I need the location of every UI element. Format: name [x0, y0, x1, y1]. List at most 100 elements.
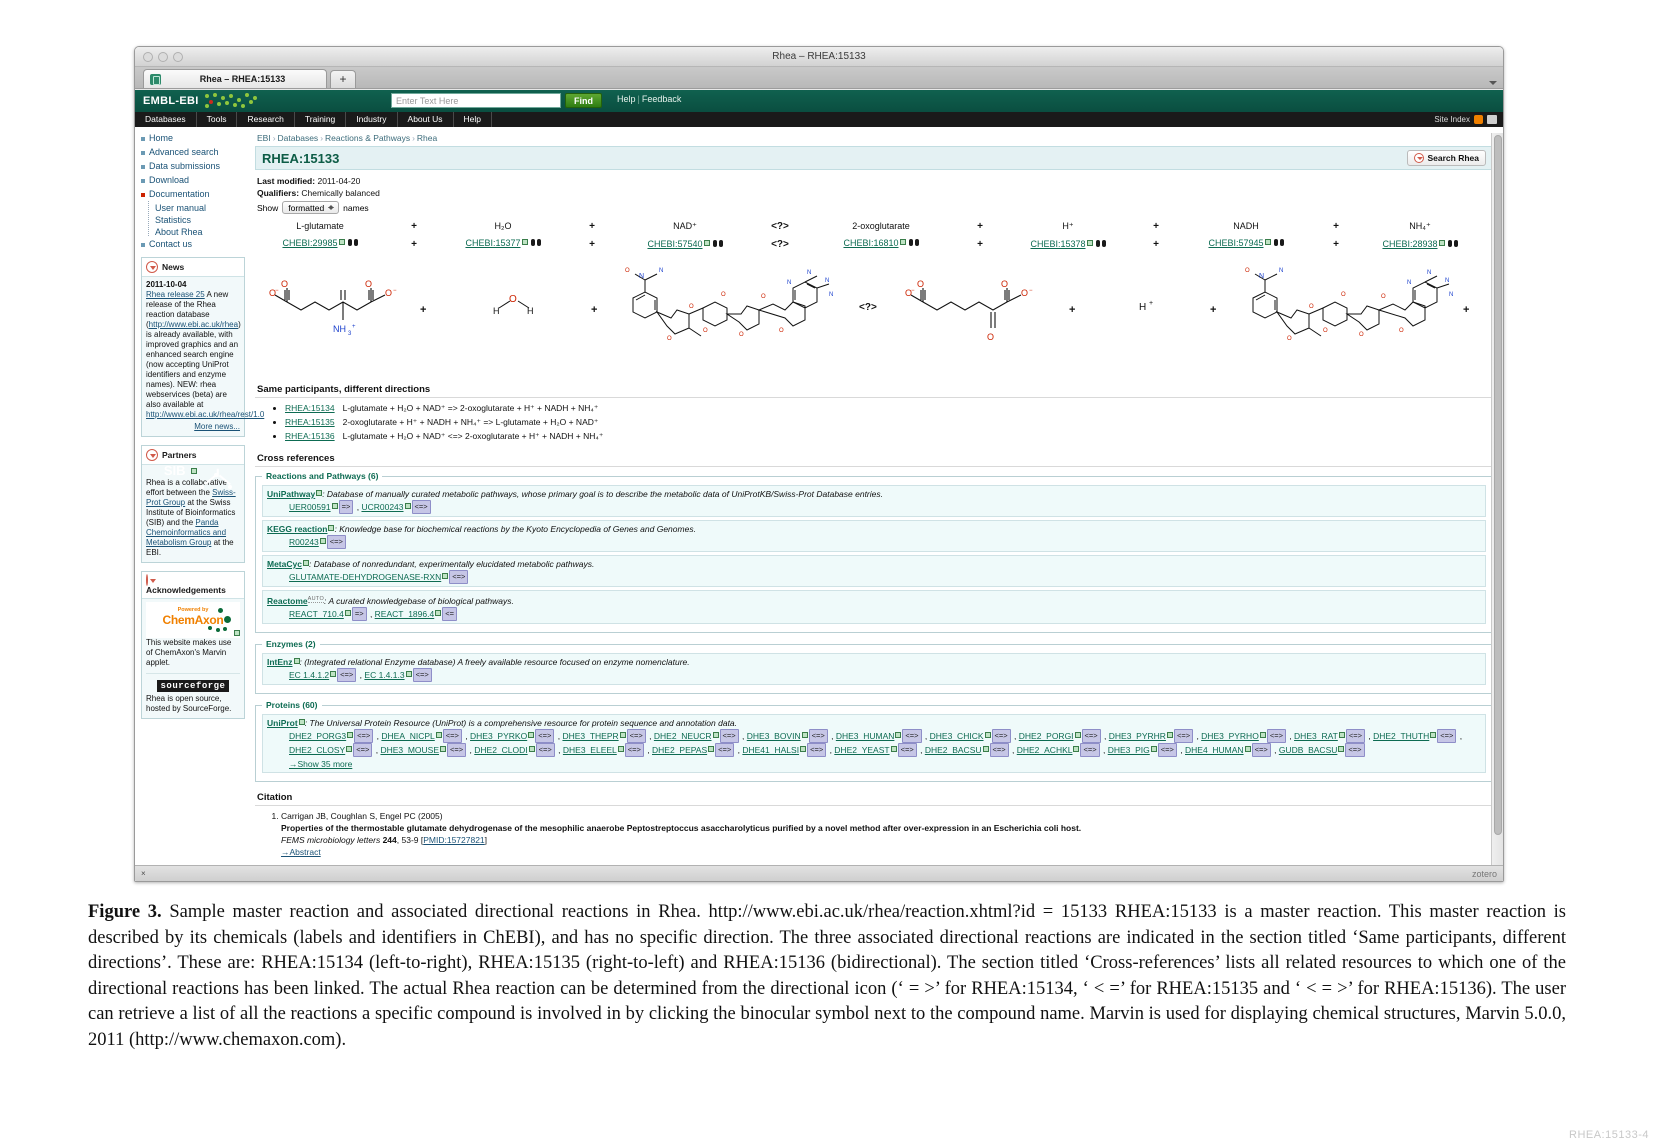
chebi-link[interactable]: CHEBI:15378 [1030, 239, 1085, 249]
show-more-proteins-link[interactable]: →Show 35 more [267, 758, 1481, 770]
protein-id-link[interactable]: DHE3_RAT [1294, 731, 1338, 741]
external-link-icon[interactable] [440, 746, 447, 752]
sidebar-subitem-user-manual[interactable]: User manual [141, 201, 245, 213]
protein-id-link[interactable]: DHE4_HUMAN [1185, 745, 1244, 755]
nav-item-research[interactable]: Research [237, 112, 295, 127]
xref-id-link[interactable]: EC 1.4.1.2 [289, 670, 329, 680]
binoculars-icon[interactable] [1095, 240, 1106, 247]
browser-tab-active[interactable]: Rhea – RHEA:15133 [143, 69, 327, 88]
external-link-icon[interactable] [319, 538, 326, 544]
external-link-icon[interactable] [1073, 746, 1080, 752]
sidebar-item-home[interactable]: Home [141, 133, 245, 143]
external-link-icon[interactable] [617, 746, 624, 752]
protein-id-link[interactable]: DHE3_ELEEL [563, 745, 617, 755]
external-link-icon[interactable] [234, 630, 240, 636]
news-url-1[interactable]: http://www.ebi.ac.uk/rhea [149, 320, 238, 329]
protein-id-link[interactable]: DHE2_CLODI [474, 745, 527, 755]
external-link-icon[interactable] [890, 746, 897, 752]
breadcrumb-item-ebi[interactable]: EBI [257, 133, 271, 143]
binoculars-icon[interactable] [908, 239, 919, 246]
external-link-icon[interactable] [895, 732, 902, 738]
external-link-icon[interactable] [984, 732, 991, 738]
acknowledgements-panel-header[interactable]: Acknowledgements [142, 572, 244, 599]
protein-id-link[interactable]: DHE3_PYRHO [1201, 731, 1259, 741]
binoculars-icon[interactable] [712, 240, 723, 247]
xref-id-link[interactable]: REACT_1896.4 [375, 609, 435, 619]
external-link-icon[interactable] [404, 503, 411, 509]
db-link[interactable]: UniPathway [267, 489, 315, 499]
external-link-icon[interactable] [1438, 240, 1445, 246]
protein-id-link[interactable]: DHEA_NICPL [381, 731, 434, 741]
rss-icon[interactable] [1474, 115, 1483, 124]
xref-id-link[interactable]: REACT_710.4 [289, 609, 344, 619]
external-link-icon[interactable] [800, 746, 807, 752]
rhea-link[interactable]: RHEA:15134 [285, 403, 335, 413]
protein-id-link[interactable]: DHE3_PYRHR [1109, 731, 1166, 741]
collapse-triangle-icon[interactable] [146, 574, 148, 586]
external-link-icon[interactable] [1150, 746, 1157, 752]
external-link-icon[interactable] [1074, 732, 1081, 738]
news-url-2[interactable]: http://www.ebi.ac.uk/rhea/rest/1.0 [146, 410, 264, 419]
external-link-icon[interactable] [1264, 239, 1271, 245]
sidebar-item-data-submissions[interactable]: Data submissions [141, 161, 245, 171]
external-link-icon[interactable] [801, 732, 808, 738]
external-link-icon[interactable] [347, 732, 354, 738]
protein-id-link[interactable]: DHE3_PYRKO [470, 731, 527, 741]
external-link-icon[interactable] [703, 240, 710, 246]
sidebar-item-documentation[interactable]: Documentation [141, 189, 245, 199]
sourceforge-logo[interactable]: sourceforge [156, 680, 230, 692]
binoculars-icon[interactable] [1273, 239, 1284, 246]
external-link-icon[interactable] [982, 746, 989, 752]
window-controls[interactable] [143, 52, 183, 62]
protein-id-link[interactable]: DHE2_CLOSY [289, 745, 345, 755]
xref-id-link[interactable]: UER00591 [289, 502, 331, 512]
external-link-icon[interactable] [1244, 746, 1251, 752]
name-format-select[interactable]: formatted [282, 201, 340, 214]
abstract-link[interactable]: →Abstract [281, 846, 1493, 858]
binoculars-icon[interactable] [1447, 240, 1458, 247]
zotero-button[interactable]: zotero [1472, 869, 1497, 879]
db-link[interactable]: KEGG reaction [267, 524, 327, 534]
xref-id-link[interactable]: GLUTAMATE-DEHYDROGENASE-RXN [289, 572, 441, 582]
external-link-icon[interactable] [712, 732, 719, 738]
external-link-icon[interactable] [528, 746, 535, 752]
external-link-icon[interactable] [338, 239, 345, 245]
external-link-icon[interactable] [1338, 746, 1345, 752]
external-link-icon[interactable] [330, 671, 337, 677]
vertical-scrollbar[interactable] [1491, 133, 1503, 865]
binoculars-icon[interactable] [530, 239, 541, 246]
xref-id-link[interactable]: UCR00243 [361, 502, 403, 512]
find-button[interactable]: Find [565, 93, 602, 108]
chevron-down-icon[interactable] [1489, 81, 1497, 85]
external-link-icon[interactable] [1259, 732, 1266, 738]
nav-item-help[interactable]: Help [454, 112, 492, 127]
external-link-icon[interactable] [331, 503, 338, 509]
external-link-icon[interactable] [435, 610, 442, 616]
minimize-button[interactable] [158, 52, 168, 62]
breadcrumb-item-rhea[interactable]: Rhea [417, 133, 437, 143]
protein-id-link[interactable]: DHE2_PEPAS [652, 745, 707, 755]
sidebar-item-download[interactable]: Download [141, 175, 245, 185]
external-link-icon[interactable] [1430, 732, 1437, 738]
protein-id-link[interactable]: DHE2_THUTH [1373, 731, 1429, 741]
breadcrumb-item-databases[interactable]: Databases [278, 133, 319, 143]
rhea-link[interactable]: RHEA:15136 [285, 431, 335, 441]
chebi-link[interactable]: CHEBI:57540 [647, 239, 702, 249]
protein-id-link[interactable]: DHE2_YEAST [834, 745, 889, 755]
external-link-icon[interactable] [619, 732, 626, 738]
close-button[interactable] [143, 52, 153, 62]
nav-item-tools[interactable]: Tools [197, 112, 238, 127]
collapse-triangle-icon[interactable] [146, 449, 158, 461]
binoculars-icon[interactable] [347, 239, 358, 246]
status-close-icon[interactable]: × [141, 869, 146, 878]
chebi-link[interactable]: CHEBI:15377 [465, 238, 520, 248]
embl-ebi-logo[interactable]: EMBL-EBI [143, 95, 199, 107]
chemaxon-logo-icon[interactable]: Powered by ChemAxon [146, 602, 240, 638]
protein-id-link[interactable]: DHE2_PORGI [1019, 731, 1074, 741]
news-headline-link[interactable]: Rhea release 25 [146, 290, 205, 299]
external-link-icon[interactable] [1166, 732, 1173, 738]
new-tab-button[interactable]: + [330, 70, 356, 88]
protein-id-link[interactable]: DHE3_CHICK [930, 731, 984, 741]
external-link-icon[interactable] [1338, 732, 1345, 738]
external-link-icon[interactable] [442, 573, 449, 579]
